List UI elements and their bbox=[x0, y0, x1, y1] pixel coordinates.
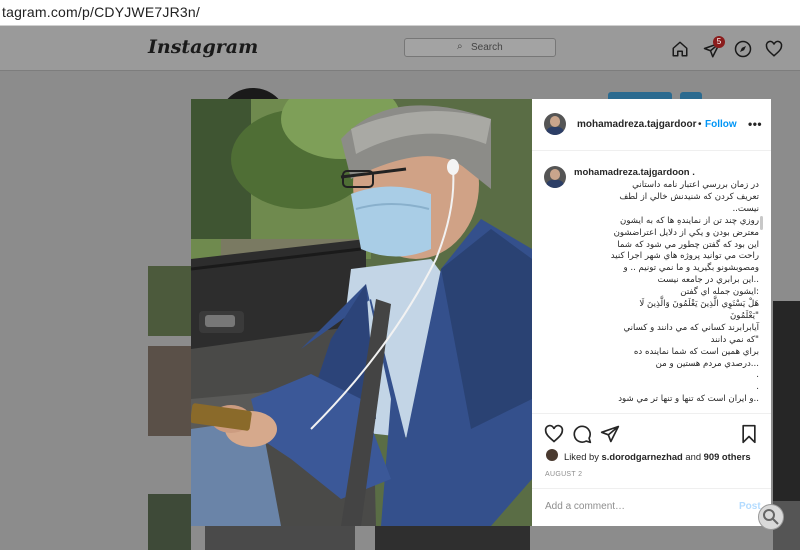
instagram-logo[interactable]: Instagram bbox=[148, 36, 258, 58]
liked-by-user[interactable]: s.dorodgarnezhad bbox=[602, 451, 683, 462]
caption-line: تعريف كردن كه شنيدنش خالي از لطف bbox=[619, 191, 759, 202]
background-thumbnail bbox=[148, 494, 191, 550]
share-icon[interactable] bbox=[600, 424, 620, 444]
caption-line: آيابرابرند كساني كه مي دانند و كساني bbox=[623, 322, 759, 333]
liked-prefix: Liked by bbox=[564, 451, 602, 462]
separator-dot: • bbox=[698, 119, 702, 130]
dm-count-badge: 5 bbox=[713, 36, 725, 48]
explore-icon[interactable] bbox=[734, 40, 752, 58]
post-comment-button[interactable]: Post bbox=[739, 501, 761, 512]
caption-line: :ايشون جمله اي گفتن bbox=[680, 287, 759, 298]
zoom-icon[interactable] bbox=[758, 504, 784, 530]
caption-line: ..و ايران است كه تنها و تنها تر مي شود bbox=[618, 394, 759, 405]
caption-line: نيست.. bbox=[732, 203, 759, 214]
search-input[interactable]: ⌕ Search bbox=[404, 38, 556, 57]
caption-line: ومصوبشونو بگيريد و ما نمي تونيم .. و bbox=[623, 263, 759, 274]
caption-line: راحت مي توانيد پروژه هاي شهر اجرا كنيد bbox=[610, 251, 759, 262]
caption-line: روزي چند تن از نمايندهِ ها كه به ايشون bbox=[620, 215, 759, 226]
background-thumbnail-right bbox=[773, 301, 800, 501]
caption-line: "يَعْلَمُونَ bbox=[729, 310, 759, 321]
home-icon[interactable] bbox=[671, 40, 689, 58]
comment-input[interactable]: Add a comment… bbox=[545, 501, 625, 512]
add-comment-row: Add a comment… Post bbox=[532, 488, 771, 526]
caption-line: در زمان بررسي اعتبار نامه داستاني bbox=[632, 180, 759, 190]
url-text[interactable]: tagram.com/p/CDYJWE7JR3n/ bbox=[2, 4, 200, 20]
likes-summary: Liked by s.dorodgarnezhad and 909 others bbox=[564, 451, 751, 462]
follow-button[interactable]: Follow bbox=[705, 119, 737, 130]
caption-author-avatar[interactable] bbox=[544, 166, 566, 188]
save-bookmark-icon[interactable] bbox=[739, 424, 759, 444]
liked-and: and bbox=[682, 451, 704, 462]
caption-line: براي همين است كه شما نماينده ده bbox=[633, 346, 759, 357]
post-side-panel: mohamadreza.tajgardoor • Follow ••• moha… bbox=[532, 99, 771, 526]
caption-line: . bbox=[756, 382, 759, 393]
like-heart-icon[interactable] bbox=[544, 424, 564, 444]
search-icon: ⌕ bbox=[457, 41, 463, 52]
liker-avatar[interactable] bbox=[546, 449, 558, 461]
background-thumbnail bbox=[148, 346, 191, 436]
caption-line: "كه نمي دانند bbox=[710, 334, 759, 345]
caption-username[interactable]: mohamadreza.tajgardoon . bbox=[574, 167, 695, 178]
caption-area: mohamadreza.tajgardoon . در زمان بررسي ا… bbox=[532, 151, 771, 413]
caption-scrollbar[interactable] bbox=[760, 216, 763, 230]
author-username[interactable]: mohamadreza.tajgardoor bbox=[577, 119, 696, 130]
activity-heart-icon[interactable] bbox=[765, 40, 783, 58]
browser-address-bar[interactable]: tagram.com/p/CDYJWE7JR3n/ bbox=[0, 0, 800, 26]
caption-line: اين بود كه گفتن چطور مي شود كه شما bbox=[617, 239, 759, 250]
caption-line: معترض بودن و يكي از دلايل اعتراضشون bbox=[613, 227, 759, 238]
post-image-illustration bbox=[191, 99, 532, 526]
post-actions: Liked by s.dorodgarnezhad and 909 others… bbox=[532, 413, 771, 526]
background-thumbnail bbox=[148, 266, 191, 336]
caption-line: . bbox=[756, 370, 759, 381]
post-modal: mohamadreza.tajgardoor • Follow ••• moha… bbox=[191, 99, 771, 526]
post-header: mohamadreza.tajgardoor • Follow ••• bbox=[532, 99, 771, 151]
more-options-button[interactable]: ••• bbox=[748, 117, 762, 131]
comment-icon[interactable] bbox=[572, 424, 592, 444]
post-photo[interactable] bbox=[191, 99, 532, 526]
caption-line: ..اين برابري در جامعه نيست bbox=[657, 275, 759, 286]
search-placeholder: Search bbox=[471, 42, 503, 53]
author-avatar[interactable] bbox=[544, 113, 566, 135]
post-date[interactable]: AUGUST 2 bbox=[545, 471, 582, 478]
instagram-header: Instagram ⌕ Search 5 bbox=[0, 26, 800, 71]
caption-line: هَلْ يَسْتَوِي الَّذِينَ يَعْلَمُونَ وَا… bbox=[639, 299, 759, 309]
caption-line: ...درصدي مردم هستين و من bbox=[655, 358, 759, 369]
liked-count[interactable]: 909 others bbox=[704, 451, 751, 462]
